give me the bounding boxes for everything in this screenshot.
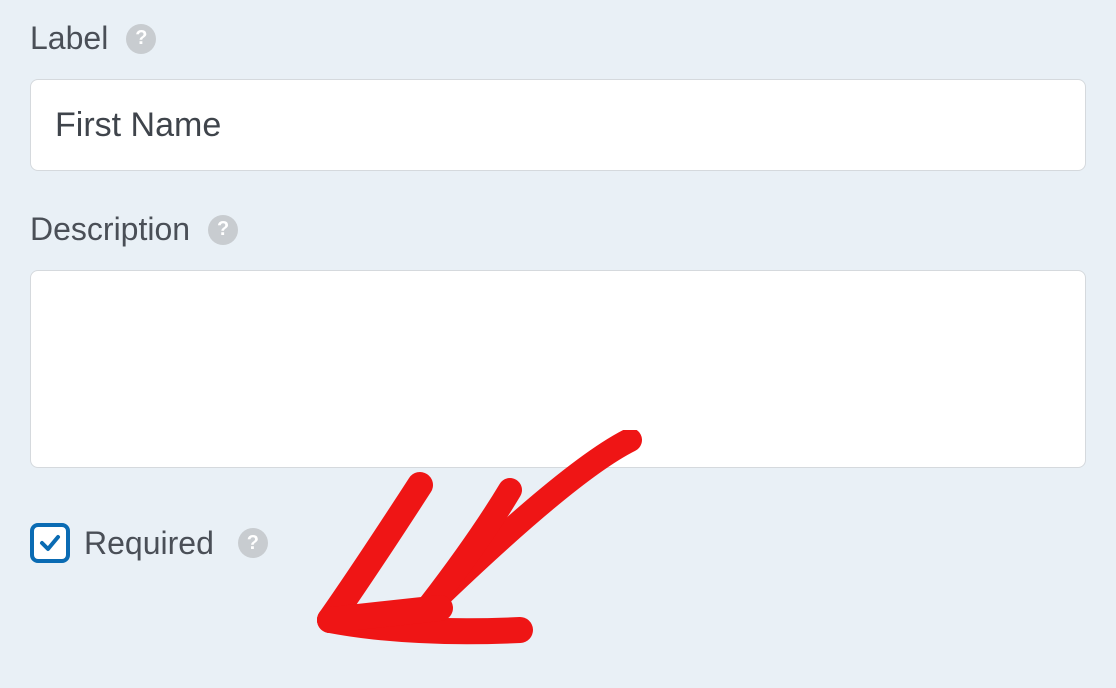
help-icon[interactable]: ?	[238, 528, 268, 558]
help-icon[interactable]: ?	[208, 215, 238, 245]
description-field-title: Description	[30, 211, 190, 248]
required-label: Required	[84, 525, 214, 562]
label-field-group: Label ?	[30, 20, 1086, 171]
help-icon[interactable]: ?	[126, 24, 156, 54]
check-icon	[38, 531, 62, 555]
description-field-group: Description ?	[30, 211, 1086, 473]
label-field-title: Label	[30, 20, 108, 57]
description-field-header: Description ?	[30, 211, 1086, 248]
required-checkbox[interactable]	[30, 523, 70, 563]
description-textarea[interactable]	[30, 270, 1086, 468]
label-field-header: Label ?	[30, 20, 1086, 57]
label-input[interactable]	[30, 79, 1086, 171]
required-row: Required ?	[30, 523, 1086, 563]
